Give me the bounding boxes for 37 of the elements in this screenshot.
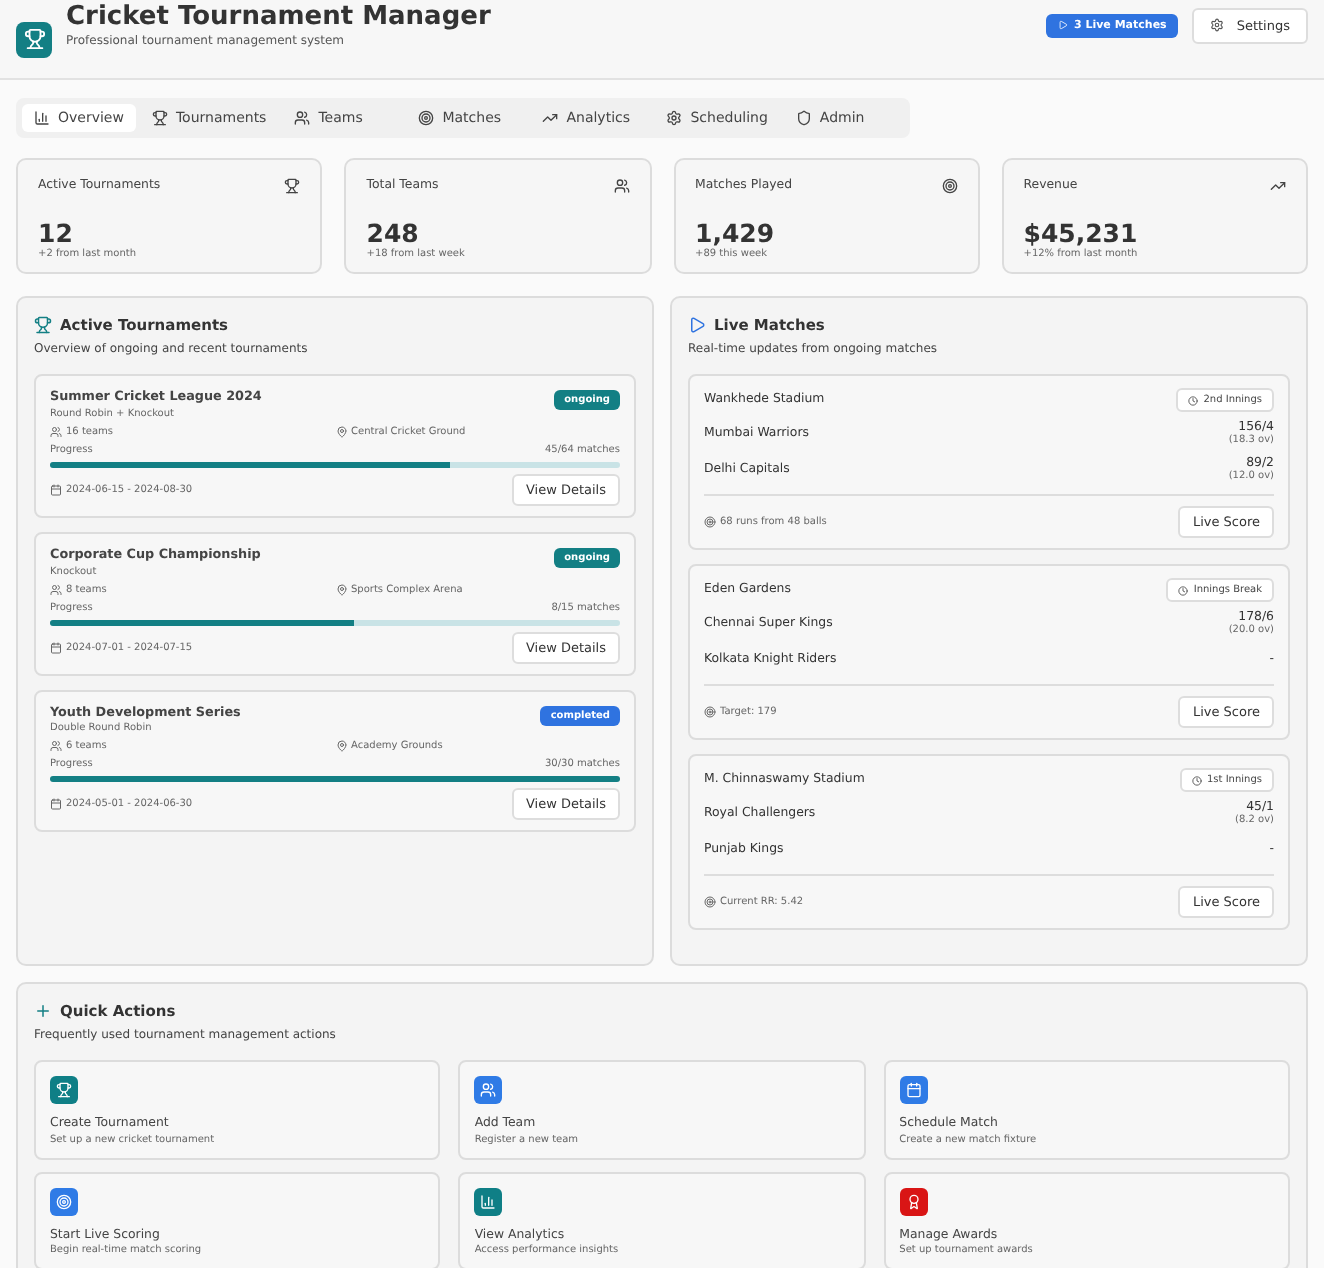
users-icon <box>50 740 62 753</box>
gear-icon <box>666 110 683 126</box>
map-pin-icon <box>335 583 347 596</box>
map-pin-icon <box>335 740 347 753</box>
users-icon <box>50 425 62 438</box>
target-icon <box>418 110 435 126</box>
app-title: Cricket Tournament Manager <box>66 2 493 34</box>
trend-up-icon <box>542 110 559 126</box>
users-icon <box>613 178 629 194</box>
clock-icon <box>1191 775 1201 786</box>
calendar-icon <box>50 483 62 496</box>
trophy-icon <box>34 316 52 334</box>
trophy-icon <box>151 110 168 126</box>
play-icon <box>688 316 706 334</box>
target-icon <box>704 516 716 529</box>
stat-value: 1,429 <box>695 218 777 248</box>
map-pin-icon <box>335 425 347 438</box>
users-icon <box>294 110 311 126</box>
users-icon <box>50 583 62 596</box>
plus-icon <box>34 1002 52 1021</box>
target-icon <box>704 706 716 719</box>
calendar-icon <box>50 798 62 811</box>
clock-icon <box>1177 585 1188 596</box>
trend-up-icon <box>1270 178 1286 194</box>
shield-icon <box>795 110 812 126</box>
target-icon <box>941 178 958 194</box>
stat-value: $45,231 <box>1023 218 1140 248</box>
calendar-icon <box>50 641 62 654</box>
target-icon <box>704 896 716 909</box>
clock-icon <box>1187 395 1198 406</box>
stat-value: 248 <box>366 218 421 248</box>
trophy-logo-icon <box>16 21 52 57</box>
trophy-icon <box>284 178 301 194</box>
play-icon <box>1057 20 1068 30</box>
stat-value: 12 <box>38 218 75 248</box>
bar-chart-icon <box>34 110 50 126</box>
settings-icon <box>1210 18 1225 32</box>
